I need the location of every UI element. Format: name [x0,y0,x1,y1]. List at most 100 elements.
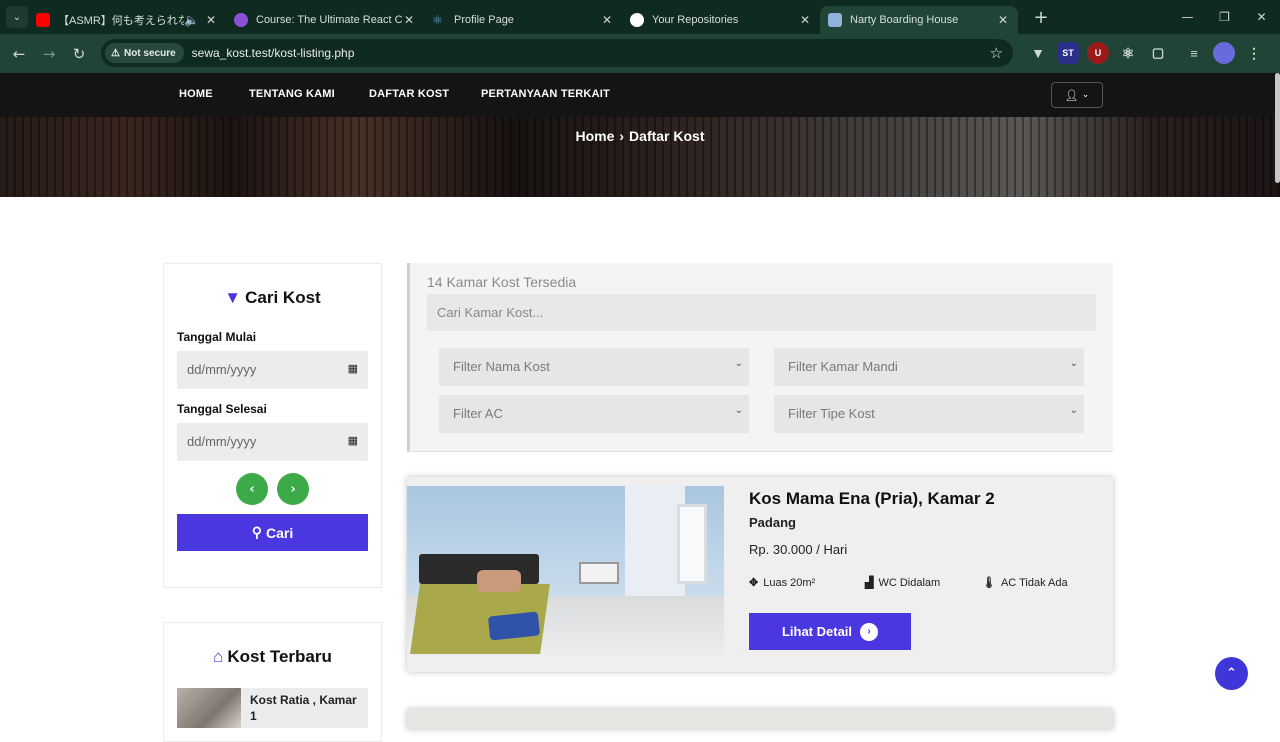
tab-title: 【ASMR】何も考えられなくなる [58,15,184,27]
feature-wc: ▟ WC Didalam [865,576,940,589]
close-tab-icon[interactable]: ✕ [600,13,614,27]
filter-kamar-mandi-select[interactable]: Filter Kamar Mandi ⌄ [774,348,1084,386]
user-menu-button[interactable]: 👤︎ ⌄ [1051,82,1103,108]
recent-title-text: Kost Terbaru [227,647,332,666]
chevron-down-icon: ⌄ [734,358,743,369]
search-button[interactable]: ⚲ Cari [177,514,368,551]
filter-nama-kost-select[interactable]: Filter Nama Kost ⌄ [439,348,749,386]
nav-daftar-kost[interactable]: DAFTAR KOST [369,88,449,100]
reading-list-icon[interactable]: ≡ [1183,42,1205,64]
room-photo[interactable] [407,486,724,664]
date-placeholder: dd/mm/yyyy [187,362,257,377]
new-tab-icon[interactable]: + [1030,7,1052,28]
home-icon: ⌂ [213,647,224,666]
security-chip[interactable]: ⚠ Not secure [105,43,184,63]
nav-home[interactable]: HOME [179,88,213,100]
back-icon[interactable]: ← [4,45,34,63]
date-placeholder: dd/mm/yyyy [187,434,257,449]
url-text[interactable]: sewa_kost.test/kost-listing.php [192,46,990,60]
react-devtools-icon[interactable]: ⚛ [1117,42,1139,64]
browser-tab-4[interactable]: Your Repositories ✕ [622,6,820,34]
tab-title: Narty Boarding House [850,14,959,26]
close-tab-icon[interactable]: ✕ [402,13,416,27]
speaker-icon[interactable]: 🔈 [184,13,199,27]
select-value: Filter Kamar Mandi [788,359,898,374]
tab-title: Your Repositories [652,14,739,26]
search-button-label: Cari [266,524,294,541]
available-count: 14 Kamar Kost Tersedia [427,274,577,290]
close-tab-icon[interactable]: ✕ [996,13,1010,27]
react-icon: ⚛ [432,13,443,27]
prev-date-button[interactable]: ‹ [236,473,268,505]
breadcrumb-home[interactable]: Home [575,128,614,144]
start-date-label: Tanggal Mulai [177,330,257,344]
close-tab-icon[interactable]: ✕ [798,13,812,27]
room-photo-door [625,486,685,606]
room-photo-window [677,504,707,584]
nav-pertanyaan-terkait[interactable]: PERTANYAAN TERKAIT [481,88,610,100]
bookmark-star-icon[interactable]: ☆ [990,44,1003,62]
browser-tab-1[interactable]: 【ASMR】何も考えられなくなる 🔈 ✕ [28,6,226,34]
kost-search-input[interactable]: Cari Kamar Kost... [427,294,1096,331]
minimize-icon[interactable]: — [1169,10,1206,24]
forward-icon[interactable]: → [34,45,64,63]
scroll-to-top-button[interactable]: ⌃ [1215,657,1248,690]
chevron-down-icon: ⌄ [734,405,743,416]
start-date-input[interactable]: dd/mm/yyyy ▦ [177,351,368,389]
bathtub-icon: ▟ [865,577,874,589]
house-favicon-icon [828,13,842,27]
chevron-down-icon: ⌄ [1069,405,1078,416]
nav-tentang-kami[interactable]: TENTANG KAMI [249,88,335,100]
browser-tab-5[interactable]: Narty Boarding House ✕ [820,6,1018,34]
lihat-detail-button[interactable]: Lihat Detail › [749,613,911,650]
youtube-icon [36,13,50,27]
close-tab-icon[interactable]: ✕ [204,13,218,27]
window-controls: — ❐ ✕ [1169,0,1280,34]
room-photo-pillow [477,570,521,592]
next-date-button[interactable]: › [277,473,309,505]
close-window-icon[interactable]: ✕ [1243,10,1280,24]
select-value: Filter AC [453,406,503,421]
lihat-detail-label: Lihat Detail [781,624,853,639]
calendar-icon[interactable]: ▦ [348,362,358,375]
extensions-area: ▼ ST U ⚛ ▢ ≡ ⋮ [1027,42,1273,64]
recent-kost-thumbnail [177,688,241,728]
filter-tipe-kost-select[interactable]: Filter Tipe Kost ⌄ [774,395,1084,433]
feature-ac: 🌡︎ AC Tidak Ada [982,576,1068,589]
listing-title[interactable]: Kos Mama Ena (Pria), Kamar 2 [749,489,995,509]
st-extension-icon[interactable]: ST [1057,42,1079,64]
select-value: Filter Tipe Kost [788,406,875,421]
feature-wc-text: WC Didalam [878,577,941,589]
security-label: Not secure [123,47,176,59]
kost-listing-card-next [407,709,1113,729]
tab-title: Profile Page [454,14,514,26]
thermometer-icon: 🌡︎ [982,577,996,589]
browser-tab-bar: ⌄ 【ASMR】何も考えられなくなる 🔈 ✕ Course: The Ultim… [0,0,1280,34]
chevron-right-circle-icon: › [860,622,879,641]
arrows-move-icon: ✥ [749,577,759,589]
recent-title: ⌂ Kost Terbaru [164,647,381,667]
chevron-right-icon: › [619,128,625,144]
puzzle-extensions-icon[interactable]: ▢ [1147,42,1169,64]
browser-tab-3[interactable]: ⚛ Profile Page ✕ [424,6,622,34]
ublock-extension-icon[interactable]: U [1087,42,1109,64]
end-date-label: Tanggal Selesai [177,402,267,416]
warning-icon: ⚠ [111,47,120,59]
breadcrumb-current: Daftar Kost [629,128,705,144]
vue-extension-icon[interactable]: ▼ [1027,42,1049,64]
filter-icon: ▼ [224,288,242,307]
tab-search-button[interactable]: ⌄ [6,6,28,28]
select-value: Filter Nama Kost [453,359,550,374]
end-date-input[interactable]: dd/mm/yyyy ▦ [177,423,368,461]
filter-ac-select[interactable]: Filter AC ⌄ [439,395,749,433]
browser-tab-2[interactable]: Course: The Ultimate React Cou ✕ [226,6,424,34]
calendar-icon[interactable]: ▦ [348,434,358,447]
address-bar[interactable]: ⚠ Not secure sewa_kost.test/kost-listing.… [101,39,1013,67]
reload-icon[interactable]: ↻ [64,45,94,63]
restore-icon[interactable]: ❐ [1206,10,1243,24]
search-sidebar: ▼ Cari Kost Tanggal Mulai dd/mm/yyyy ▦ Ta… [163,263,382,588]
menu-dots-icon[interactable]: ⋮ [1243,42,1265,64]
profile-avatar-icon[interactable] [1213,42,1235,64]
room-photo-sink [579,562,619,584]
recent-kost-item[interactable]: Kost Ratia , Kamar 1 [177,688,368,728]
